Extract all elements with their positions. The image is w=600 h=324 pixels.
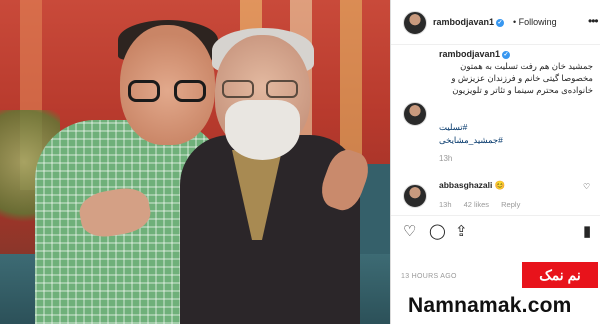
comment-reply[interactable]: Reply xyxy=(501,200,520,209)
heart-icon[interactable]: ♡ xyxy=(403,224,416,239)
post-photo xyxy=(0,0,390,324)
comment-icon[interactable]: ◯ xyxy=(429,224,446,239)
comment-meta: 13h 42 likes Reply xyxy=(439,200,530,209)
caption-author[interactable]: rambodjavan1 ✓ xyxy=(439,49,511,59)
comment-time: 13h xyxy=(439,200,452,209)
comment-likes[interactable]: 42 likes xyxy=(464,200,489,209)
comment-emoji: 😊 xyxy=(494,180,506,190)
caption-time: 13h xyxy=(439,154,453,163)
author-username[interactable]: rambodjavan1 ✓ xyxy=(433,17,505,27)
namnamak-url: Namnamak.com xyxy=(408,294,572,317)
hashtag-2[interactable]: #جمشید_مشایخی xyxy=(439,135,503,146)
post-header: rambodjavan1 ✓ • Following ••• xyxy=(391,0,600,45)
posted-time: 13 HOURS AGO xyxy=(401,273,457,280)
caption-author-avatar[interactable] xyxy=(403,102,427,126)
namnamak-logo-badge: نم نمک xyxy=(522,262,598,288)
caption-text: جمشید خان هم رفت تسلیت به همتون مخصوصا گ… xyxy=(451,61,593,95)
share-icon[interactable]: ⇪ xyxy=(455,224,468,239)
author-avatar[interactable] xyxy=(403,11,427,35)
commenter-username[interactable]: abbasghazali xyxy=(439,180,492,190)
verified-badge-icon: ✓ xyxy=(502,50,511,59)
bookmark-icon[interactable]: ▮ xyxy=(583,224,591,239)
comment-like-heart-icon[interactable]: ♡ xyxy=(583,182,590,191)
verified-badge-icon: ✓ xyxy=(496,18,505,27)
more-dots-icon[interactable]: ••• xyxy=(588,14,599,28)
action-bar: ♡ ◯ ⇪ ▮ xyxy=(391,215,600,252)
following-button[interactable]: • Following xyxy=(513,17,557,27)
hashtag-1[interactable]: #تسلیت xyxy=(439,122,467,133)
comment: abbasghazali 😊 xyxy=(439,180,505,191)
commenter-avatar[interactable] xyxy=(403,184,427,208)
